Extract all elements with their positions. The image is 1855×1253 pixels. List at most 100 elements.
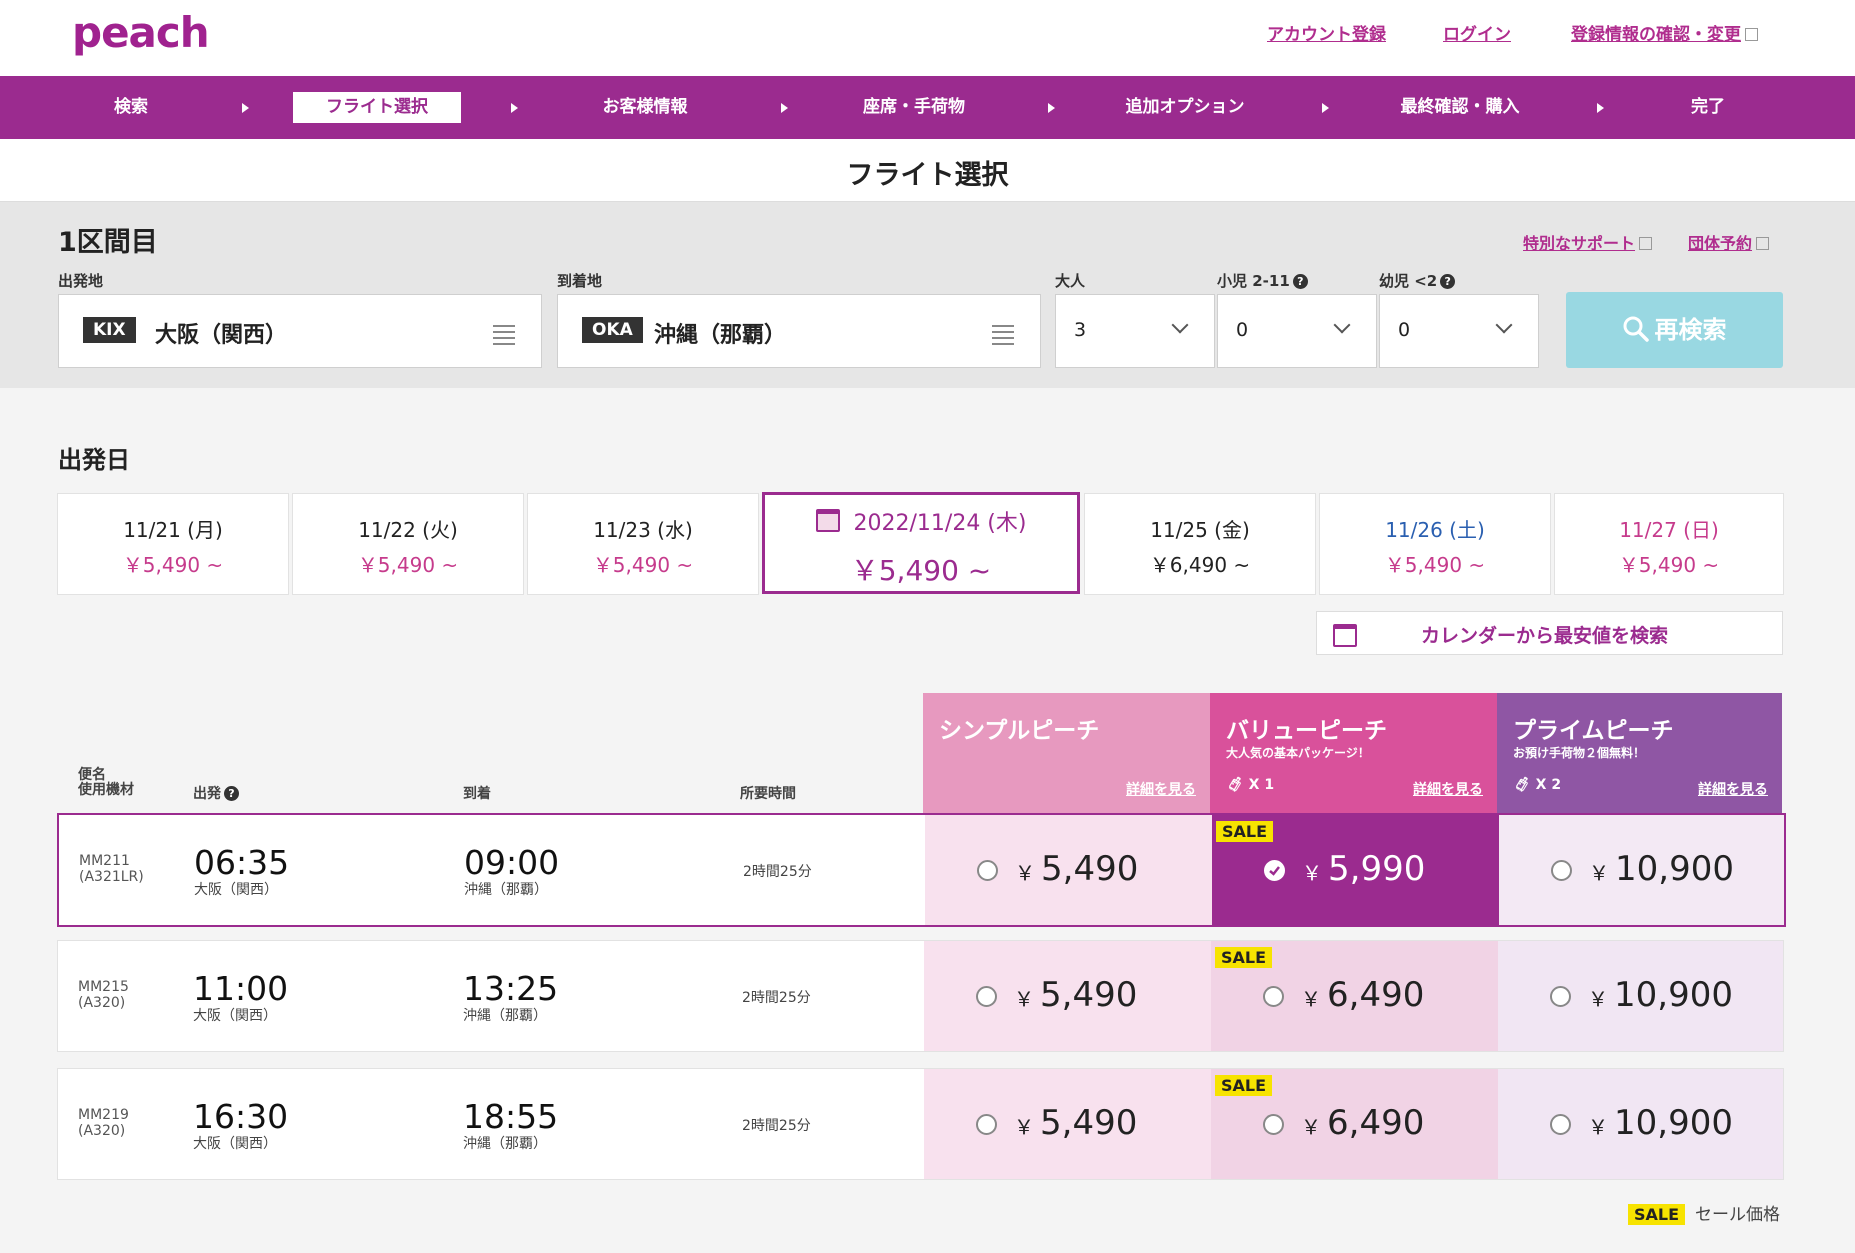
date-label: 11/23 (水) (593, 518, 693, 542)
sale-legend: SALE セール価格 (1628, 1200, 1780, 1225)
radio-button[interactable] (1550, 1114, 1571, 1135)
departure-airport: 大阪（関西） (193, 1008, 277, 1024)
fare-price: ￥ 5,490 (1014, 975, 1138, 1015)
fare-option[interactable]: SALE ￥ 6,490 (1211, 941, 1498, 1051)
baggage-label: X 2 (1535, 777, 1562, 793)
date-tab[interactable]: 11/22 (火) ￥5,490 ~ (292, 493, 524, 595)
chevron-down-icon (1495, 316, 1513, 334)
help-icon[interactable]: ? (224, 786, 239, 801)
date-price: ￥5,490 ~ (592, 553, 694, 577)
departure-airport: 大阪（関西） (194, 882, 278, 898)
flight-number: MM211 (A321LR) (79, 853, 144, 885)
progress-steps: 検索 フライト選択 お客様情報 座席・手荷物 追加オプション 最終確認・購入 完… (0, 76, 1855, 139)
special-support-link[interactable]: 特別なサポート (1523, 230, 1653, 254)
flight-duration: 2時間25分 (742, 1118, 811, 1134)
date-tab[interactable]: 11/25 (金) ￥6,490 ~ (1084, 493, 1316, 595)
account-register-link[interactable]: アカウント登録 (1267, 20, 1386, 45)
step-search[interactable]: 検索 (31, 76, 231, 139)
infant-label-wrap: 幼児 <2? (1379, 270, 1456, 291)
list-icon (493, 325, 515, 349)
suitcase-icon: 🧳︎ (1513, 777, 1531, 793)
fare-price: ￥ 6,490 (1301, 975, 1425, 1015)
date-tab[interactable]: 11/27 (日) ￥5,490 ~ (1554, 493, 1784, 595)
calendar-icon (1333, 624, 1357, 647)
arrival-time: 18:55 (463, 1097, 559, 1136)
special-support-label: 特別なサポート (1523, 234, 1636, 253)
baggage-count: 🧳︎ X 2 (1513, 777, 1561, 793)
radio-button[interactable] (1263, 986, 1284, 1007)
radio-button[interactable] (976, 986, 997, 1007)
fare-header-simple: シンプルピーチ 詳細を見る (923, 693, 1210, 813)
fare-price: ￥ 10,900 (1589, 849, 1734, 889)
origin-label: 出発地 (58, 272, 104, 290)
fare-name: プライムピーチ (1513, 718, 1674, 744)
fare-option[interactable]: ￥ 5,490 (925, 815, 1212, 925)
date-tab-selected[interactable]: 2022/11/24 (木) ￥5,490 ~ (762, 492, 1080, 594)
fare-price: ￥ 10,900 (1588, 975, 1733, 1015)
fare-subtitle: お預け手荷物２個無料！ (1513, 746, 1646, 760)
radio-button[interactable] (976, 1114, 997, 1135)
help-icon[interactable]: ? (1292, 274, 1308, 289)
member-info-link[interactable]: 登録情報の確認・変更 (1571, 25, 1741, 45)
departure-airport: 大阪（関西） (193, 1136, 277, 1152)
help-icon[interactable]: ? (1440, 274, 1456, 289)
calendar-search-button[interactable]: カレンダーから最安値を検索 (1316, 611, 1783, 655)
child-select[interactable]: 0 (1217, 294, 1377, 368)
member-info-link-wrap[interactable]: 登録情報の確認・変更 (1571, 20, 1758, 45)
fare-detail-link[interactable]: 詳細を見る (1698, 779, 1768, 799)
list-icon (992, 325, 1014, 349)
chevron-right-icon (1048, 103, 1055, 113)
date-tab[interactable]: 11/21 (月) ￥5,490 ~ (57, 493, 289, 595)
date-tab[interactable]: 11/23 (水) ￥5,490 ~ (527, 493, 759, 595)
step-flight-select: フライト選択 (293, 92, 461, 123)
adult-select[interactable]: 3 (1055, 294, 1215, 368)
fare-detail-link[interactable]: 詳細を見る (1126, 779, 1196, 799)
date-label: 11/21 (月) (123, 518, 223, 542)
adult-label: 大人 (1055, 272, 1086, 290)
departure-title: 出発日 (58, 446, 130, 474)
fare-price: ￥ 5,490 (1014, 1103, 1138, 1143)
group-booking-link[interactable]: 団体予約 (1688, 230, 1770, 254)
flight-row: MM215 (A320) 11:00 大阪（関西） 13:25 沖縄（那覇） 2時間25分 ￥… (57, 940, 1784, 1052)
arrival-airport: 沖縄（那覇） (464, 882, 548, 898)
fare-option[interactable]: ￥ 10,900 (1498, 1069, 1783, 1179)
infant-value: 0 (1398, 319, 1411, 341)
check-circle-icon[interactable] (1264, 860, 1285, 881)
date-tab[interactable]: 11/26 (土) ￥5,490 ~ (1319, 493, 1551, 595)
fare-option[interactable]: SALE ￥ 6,490 (1211, 1069, 1498, 1179)
login-link[interactable]: ログイン (1443, 20, 1511, 45)
research-button[interactable]: 再検索 (1566, 292, 1783, 368)
baggage-label: X 1 (1248, 777, 1275, 793)
search-icon (1623, 316, 1649, 342)
child-value: 0 (1236, 319, 1249, 341)
peach-logo[interactable]: peach (72, 8, 210, 57)
fare-option[interactable]: SALE ￥ 5,990 (1212, 815, 1499, 925)
departure-time: 16:30 (193, 1097, 289, 1136)
origin-select[interactable]: KIX 大阪（関西） (58, 294, 542, 368)
child-label-wrap: 小児 2-11? (1217, 270, 1308, 291)
calendar-search-label: カレンダーから最安値を検索 (1421, 625, 1669, 647)
fare-subtitle: 大人気の基本パッケージ！ (1226, 746, 1370, 760)
date-label: 11/22 (火) (358, 518, 458, 542)
group-booking-label: 団体予約 (1688, 234, 1753, 253)
fare-detail-link[interactable]: 詳細を見る (1413, 779, 1483, 799)
destination-select[interactable]: OKA 沖縄（那覇） (557, 294, 1041, 368)
fare-option[interactable]: ￥ 5,490 (924, 941, 1211, 1051)
radio-button[interactable] (1263, 1114, 1284, 1135)
arrival-time: 09:00 (464, 843, 560, 882)
fare-option[interactable]: ￥ 5,490 (924, 1069, 1211, 1179)
fare-price: ￥ 6,490 (1301, 1103, 1425, 1143)
chevron-right-icon (1597, 103, 1604, 113)
fare-option[interactable]: ￥ 10,900 (1498, 941, 1783, 1051)
radio-button[interactable] (1551, 860, 1572, 881)
arrival-time: 13:25 (463, 969, 559, 1008)
fare-price: ￥ 5,990 (1302, 849, 1426, 889)
step-complete: 完了 (1691, 97, 1725, 117)
fare-option[interactable]: ￥ 10,900 (1499, 815, 1784, 925)
radio-button[interactable] (977, 860, 998, 881)
external-link-icon (1639, 237, 1653, 250)
infant-select[interactable]: 0 (1379, 294, 1539, 368)
fare-price: ￥ 5,490 (1015, 849, 1139, 889)
destination-city: 沖縄（那覇） (654, 323, 787, 348)
radio-button[interactable] (1550, 986, 1571, 1007)
